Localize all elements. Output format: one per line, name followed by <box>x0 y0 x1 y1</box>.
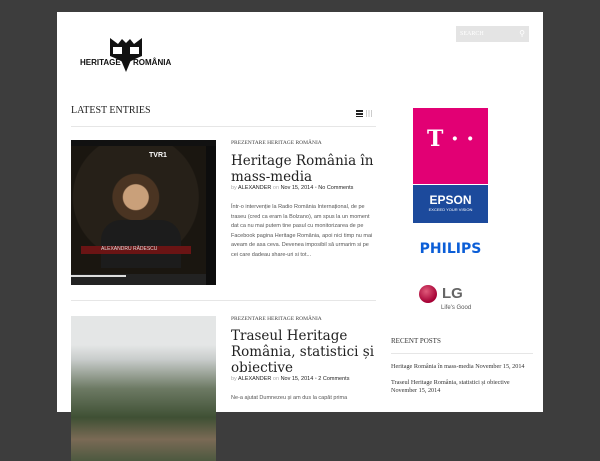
divider <box>391 353 533 354</box>
post-meta: by ALEXANDER on Nov 15, 2014 • 2 Comment… <box>231 376 350 382</box>
video-controls[interactable] <box>71 274 206 285</box>
sponsor-philips-logo[interactable]: PHILIPS <box>413 241 488 257</box>
search-placeholder: SEARCH <box>460 31 484 37</box>
sponsor-lg-logo[interactable]: LG Life's Good <box>419 283 489 315</box>
post-meta: by ALEXANDER on Nov 15, 2014 • No Commen… <box>231 185 354 191</box>
post-author[interactable]: ALEXANDER <box>238 185 271 191</box>
channel-logo: TVR1 <box>149 152 167 159</box>
lg-emblem-icon <box>419 285 437 303</box>
sponsor-epson-logo[interactable]: EPSON EXCEED YOUR VISION <box>413 185 488 223</box>
divider <box>71 126 376 127</box>
section-heading: LATEST ENTRIES <box>71 105 151 116</box>
search-input[interactable]: SEARCH ⚲ <box>456 26 529 42</box>
svg-text:ROMÂNIA: ROMÂNIA <box>133 58 171 67</box>
eagle-logo-icon: HERITAGE ROMÂNIA <box>80 38 171 72</box>
post-title[interactable]: Traseul Heritage România, statistici și … <box>231 328 381 376</box>
post-category[interactable]: PREZENTARE HERITAGE ROMÂNIA <box>231 140 322 146</box>
post-excerpt: Într-o intervenție la Radio România Inte… <box>231 204 373 258</box>
recent-post-item[interactable]: Heritage România în mass-media November … <box>391 363 531 371</box>
site-logo[interactable]: HERITAGE ROMÂNIA <box>80 34 172 74</box>
video-caption: ALEXANDRU RĂDESCU <box>81 246 191 254</box>
sponsor-tmobile-logo[interactable]: T · · <box>413 108 488 184</box>
post-category[interactable]: PREZENTARE HERITAGE ROMÂNIA <box>231 316 322 322</box>
list-view-icon[interactable] <box>356 110 363 117</box>
post-author[interactable]: ALEXANDER <box>238 376 271 382</box>
post-excerpt: Ne-a ajutat Dumnezeu și am dus la capăt … <box>231 395 348 401</box>
divider <box>71 300 376 301</box>
recent-posts-heading: RECENT POSTS <box>391 337 441 345</box>
post-thumbnail-image[interactable] <box>71 316 216 461</box>
search-icon[interactable]: ⚲ <box>519 29 525 38</box>
svg-text:HERITAGE: HERITAGE <box>80 58 121 67</box>
post-comments-link[interactable]: No Comments <box>318 185 353 191</box>
page-container: HERITAGE ROMÂNIA SEARCH ⚲ LATEST ENTRIES… <box>57 12 543 461</box>
post-comments-link[interactable]: 2 Comments <box>318 376 349 382</box>
post-title[interactable]: Heritage România în mass-media <box>231 153 381 185</box>
recent-post-item[interactable]: Traseul Heritage România, statistici și … <box>391 379 531 394</box>
view-toggle <box>356 110 373 117</box>
grid-view-icon[interactable] <box>366 110 373 117</box>
post-thumbnail-video[interactable]: TVR1 ALEXANDRU RĂDESCU <box>71 140 216 285</box>
